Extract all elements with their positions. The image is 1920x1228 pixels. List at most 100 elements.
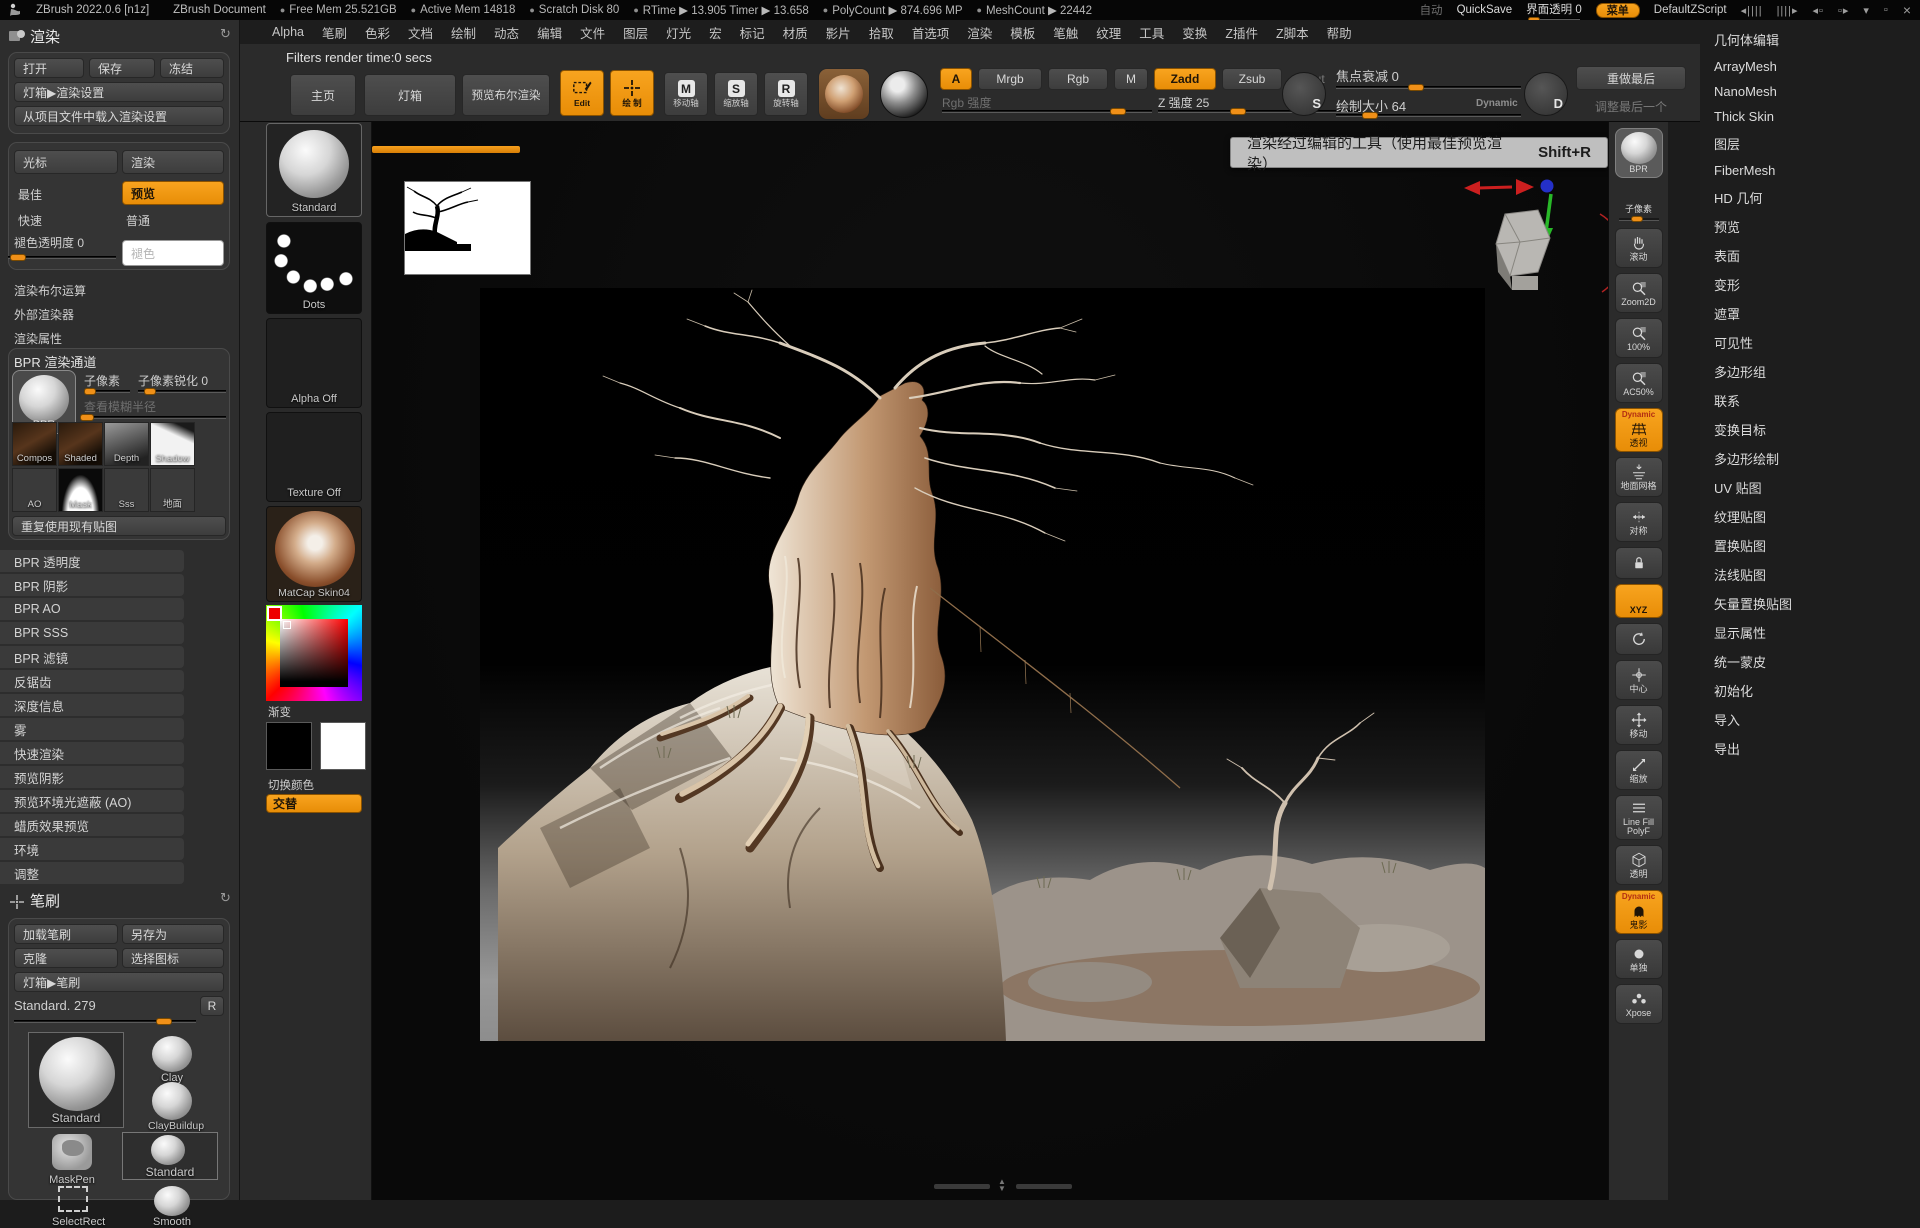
brush-thumb-standard-selected[interactable]: Standard [122, 1132, 218, 1180]
right-panel-item[interactable]: 变换目标 [1714, 420, 1920, 439]
right-panel-item[interactable]: 预览 [1714, 217, 1920, 236]
menu-item[interactable]: Z插件 [1225, 23, 1258, 42]
right-shelf-button[interactable]: 滚动 [1615, 228, 1663, 268]
right-shelf-button[interactable]: 对称 [1615, 502, 1663, 542]
alt-color-button[interactable]: 交替 [266, 794, 362, 813]
bpr-pass-thumb[interactable]: Shaded [58, 422, 103, 466]
right-panel-item[interactable]: 表面 [1714, 246, 1920, 265]
draw-size-brush-icon[interactable]: D [1524, 72, 1568, 116]
mode-zsub-button[interactable]: Zsub [1222, 68, 1282, 90]
focal-shift-brush-icon[interactable]: S [1282, 72, 1326, 116]
mode-zadd-button[interactable]: Zadd [1154, 68, 1216, 90]
menu-item[interactable]: 图层 [623, 23, 648, 42]
load-render-settings-button[interactable]: 从项目文件中载入渲染设置 [14, 106, 224, 126]
current-material-tile[interactable]: MatCap Skin04 [266, 506, 362, 602]
right-shelf-button[interactable]: XYZ [1615, 584, 1663, 618]
bpr-pass-thumb[interactable]: Depth [104, 422, 149, 466]
menu-item[interactable]: 纹理 [1096, 23, 1121, 42]
right-panel-item[interactable]: 初始化 [1714, 681, 1920, 700]
draw-size-slider[interactable] [1336, 114, 1521, 117]
right-panel-item[interactable]: FiberMesh [1714, 163, 1920, 178]
cursor-button[interactable]: 光标 [14, 150, 118, 174]
menu-item[interactable]: 动态 [494, 23, 519, 42]
right-panel-item[interactable]: 置换贴图 [1714, 536, 1920, 555]
right-panel-item[interactable]: 显示属性 [1714, 623, 1920, 642]
clone-button[interactable]: 克隆 [14, 948, 118, 968]
render-option-item[interactable]: 反锯齿 [0, 670, 184, 692]
brush-refresh-icon[interactable]: ↻ [220, 890, 231, 906]
right-panel-item[interactable]: 导出 [1714, 739, 1920, 758]
bpr-pass-thumb[interactable]: 地面 [150, 468, 195, 512]
render-save-button[interactable]: 保存 [89, 58, 155, 78]
mode-mrgb-button[interactable]: Mrgb [978, 68, 1042, 90]
bpr-pass-thumb[interactable]: Sss [104, 468, 149, 512]
right-panel-item[interactable]: 多边形绘制 [1714, 449, 1920, 468]
right-panel-item[interactable]: 统一蒙皮 [1714, 652, 1920, 671]
right-panel-item[interactable]: 几何体编辑 [1714, 30, 1920, 49]
right-shelf-button[interactable]: 中心 [1615, 660, 1663, 700]
right-panel-item[interactable]: 联系 [1714, 391, 1920, 410]
brush-thumb-standard-large[interactable]: Standard [28, 1032, 124, 1128]
menu-item[interactable]: 绘制 [451, 23, 476, 42]
right-panel-item[interactable]: 法线贴图 [1714, 565, 1920, 584]
menu-item[interactable]: 变换 [1182, 23, 1207, 42]
right-shelf-button[interactable]: Dynamic 透视 [1615, 408, 1663, 452]
render-option-item[interactable]: 深度信息 [0, 694, 184, 716]
home-button[interactable]: 主页 [290, 74, 356, 116]
gradient-label[interactable]: 渐变 [268, 704, 291, 720]
bpr-pass-thumb[interactable]: AO [12, 468, 57, 512]
brush-thumb-selectrect[interactable]: SelectRect [52, 1186, 96, 1220]
menu-item[interactable]: 笔触 [1053, 23, 1078, 42]
viewport-canvas[interactable]: 渲染经过编辑的工具（使用最佳预览渲染） Shift+R ▲▼ [372, 122, 1608, 1200]
menu-item[interactable]: 编辑 [537, 23, 562, 42]
right-shelf-button[interactable]: 透明 [1615, 845, 1663, 885]
brush-thumb-maskpen[interactable]: MaskPen [44, 1134, 100, 1182]
right-shelf-button[interactable]: 地面网格 [1615, 457, 1663, 497]
right-panel-item[interactable]: ArrayMesh [1714, 59, 1920, 74]
minimize-icon[interactable]: ▾ [1863, 4, 1870, 17]
auto-label[interactable]: 自动 [1420, 2, 1443, 18]
menu-item[interactable]: 文档 [408, 23, 433, 42]
render-option-item[interactable]: BPR 阴影 [0, 574, 184, 596]
z-intensity-slider[interactable] [1158, 110, 1358, 113]
render-option-item[interactable]: BPR SSS [0, 622, 184, 644]
right-panel-item[interactable]: NanoMesh [1714, 84, 1920, 99]
adjust-last-button[interactable]: 调整最后一个 [1576, 94, 1686, 118]
render-option-item[interactable]: BPR 透明度 [0, 550, 184, 572]
camera-gizmo[interactable] [1450, 172, 1608, 307]
switch-color-label[interactable]: 切换颜色 [268, 777, 314, 793]
float-right-icon[interactable]: ▫▸ [1838, 4, 1849, 17]
right-shelf-button[interactable]: Line Fill PolyF [1615, 795, 1663, 841]
menu-item[interactable]: 影片 [826, 23, 851, 42]
right-shelf-button[interactable] [1615, 623, 1663, 655]
menu-item[interactable]: 笔刷 [322, 23, 347, 42]
menu-item[interactable]: 首选项 [912, 23, 950, 42]
redo-last-button[interactable]: 重做最后 [1576, 66, 1686, 90]
lightbox-render-settings-button[interactable]: 灯箱▶渲染设置 [14, 82, 224, 102]
menu-item[interactable]: 文件 [580, 23, 605, 42]
current-texture-sphere[interactable] [880, 70, 928, 118]
render-option-item[interactable]: 蜡质效果预览 [0, 814, 184, 836]
menu-item[interactable]: 色彩 [365, 23, 390, 42]
close-icon[interactable]: × [1903, 2, 1912, 18]
mode-rgb-button[interactable]: Rgb [1048, 68, 1108, 90]
right-panel-item[interactable]: Thick Skin [1714, 109, 1920, 124]
right-panel-item[interactable]: 遮罩 [1714, 304, 1920, 323]
render-freeze-button[interactable]: 冻结 [160, 58, 224, 78]
best-label[interactable]: 最佳 [18, 186, 42, 203]
menu-item[interactable]: 渲染 [967, 23, 992, 42]
color-picker[interactable] [266, 605, 362, 701]
preview-boolean-render-button[interactable]: 预览布尔渲染 [462, 74, 550, 116]
menu-item[interactable]: Alpha [272, 25, 304, 39]
edit-button[interactable]: Edit [560, 70, 604, 116]
right-shelf-button[interactable]: 100% [1615, 318, 1663, 358]
scale-axis-button[interactable]: S 缩放轴 [714, 72, 758, 116]
render-option-item[interactable]: BPR 滤镜 [0, 646, 184, 668]
section-render-boolean[interactable]: 渲染布尔运算 [14, 282, 86, 299]
right-shelf-button[interactable]: 单独 [1615, 939, 1663, 979]
brush-thumb-smooth[interactable]: Smooth [148, 1186, 196, 1220]
section-external-renderer[interactable]: 外部渲染器 [14, 306, 74, 323]
render-option-item[interactable]: 预览阴影 [0, 766, 184, 788]
quicksave-button[interactable]: QuickSave [1457, 4, 1513, 16]
right-shelf-button[interactable]: 子像素 [1615, 183, 1663, 223]
